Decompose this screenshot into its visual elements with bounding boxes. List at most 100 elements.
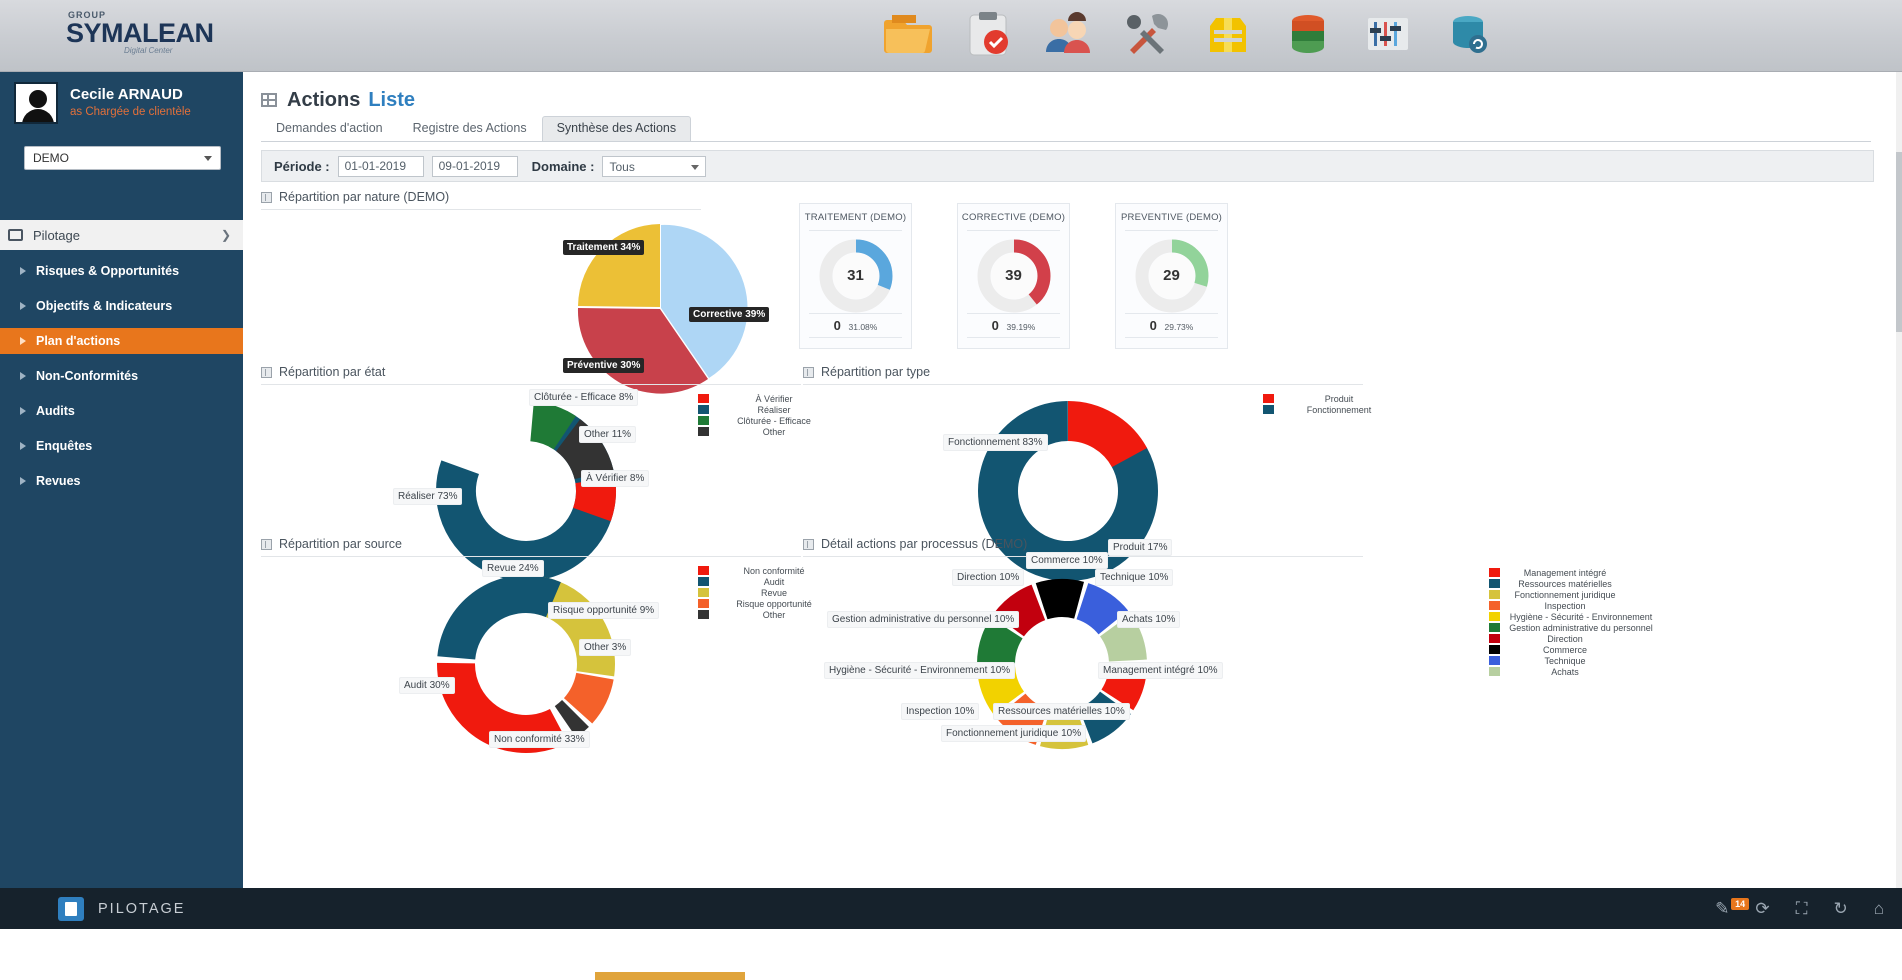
caret-right-icon	[20, 337, 26, 345]
legend-item[interactable]: Direction	[1489, 633, 1656, 644]
kpi-card-count: 0	[834, 318, 841, 333]
legend-item[interactable]: Hygiène - Sécurité - Environnement	[1489, 611, 1656, 622]
sidebar-item-label: Plan d'actions	[36, 334, 120, 348]
tools-icon[interactable]	[1120, 6, 1176, 62]
legend-item[interactable]: À Vérifier	[698, 393, 833, 404]
legend-item[interactable]: Non conformité	[698, 565, 833, 576]
status-bar-title: PILOTAGE	[98, 901, 185, 917]
legend-item[interactable]: Achats	[1489, 666, 1656, 677]
gauge-corrective: 39	[977, 239, 1051, 313]
date-to-input[interactable]: 09-01-2019	[432, 156, 518, 177]
donut-label-cloturee: Clôturée - Efficace 8%	[529, 389, 638, 406]
user-name: Cecile ARNAUD	[70, 86, 191, 103]
tab-demandes-daction[interactable]: Demandes d'action	[261, 116, 398, 141]
sidebar-item-objectifs[interactable]: Objectifs & Indicateurs	[0, 293, 243, 319]
company-select[interactable]: DEMO	[24, 146, 221, 170]
company-select-value: DEMO	[33, 151, 69, 165]
period-label: Période :	[274, 159, 330, 174]
tab-bar: Demandes d'action Registre des Actions S…	[261, 116, 1871, 142]
kpi-card-corrective[interactable]: CORRECTIVE (DEMO) 39 0 39.19%	[957, 203, 1070, 349]
legend-label: Direction	[1506, 634, 1624, 644]
safety-vest-icon[interactable]	[1200, 6, 1256, 62]
legend-item[interactable]: Management intégré	[1489, 567, 1656, 578]
caret-right-icon	[20, 407, 26, 415]
sidebar-section-pilotage[interactable]: Pilotage ❯	[0, 220, 243, 250]
legend-item[interactable]: Revue	[698, 587, 833, 598]
legend-swatch	[1489, 568, 1500, 577]
clipboard-check-icon[interactable]	[960, 6, 1016, 62]
legend-label: Ressources matérielles	[1506, 579, 1624, 589]
kpi-card-count: 0	[992, 318, 999, 333]
legend-item[interactable]: Other	[698, 609, 833, 620]
sidebar-item-label: Revues	[36, 474, 80, 488]
scrollbar-thumb[interactable]	[1896, 152, 1902, 332]
legend-item[interactable]: Fonctionnement juridique	[1489, 589, 1656, 600]
brand-name-text: SYMALEAN	[66, 20, 204, 46]
home-icon[interactable]: ⌂	[1874, 899, 1884, 919]
equalizer-icon[interactable]	[1360, 6, 1416, 62]
donut-label-hygiene: Hygiène - Sécurité - Environnement 10%	[824, 662, 1015, 679]
reload-icon[interactable]: ↻	[1833, 899, 1847, 919]
donut-label-revue: Revue 24%	[482, 560, 544, 577]
compose-icon[interactable]: ✎ 14	[1715, 899, 1729, 919]
sidebar-item-audits[interactable]: Audits	[0, 398, 243, 424]
donut-label-other: Other 11%	[579, 426, 636, 443]
sidebar-item-label: Risques & Opportunités	[36, 264, 179, 278]
legend-item[interactable]: Risque opportunité	[698, 598, 833, 609]
scrollbar-track[interactable]	[1896, 72, 1902, 929]
donut-label-achats: Achats 10%	[1117, 611, 1180, 628]
sidebar-item-non-conformites[interactable]: Non-Conformités	[0, 363, 243, 389]
tab-synthese-des-actions[interactable]: Synthèse des Actions	[542, 116, 692, 141]
legend-item[interactable]: Réaliser	[698, 404, 833, 415]
legend-item[interactable]: Clôturée - Efficace	[698, 415, 833, 426]
gauge-preventive: 29	[1135, 239, 1209, 313]
sidebar-item-label: Enquêtes	[36, 439, 92, 453]
donut-label-inspection: Inspection 10%	[901, 703, 979, 720]
legend-item[interactable]: Technique	[1489, 655, 1656, 666]
database-refresh-icon[interactable]	[1440, 6, 1496, 62]
kpi-card-percent: 29.73%	[1165, 322, 1194, 332]
database-stack-icon[interactable]	[1280, 6, 1336, 62]
kpi-card-traitement[interactable]: TRAITEMENT (DEMO) 31 0 31.08%	[799, 203, 912, 349]
legend-swatch	[698, 588, 709, 597]
brand-logo[interactable]: GROUP SYMALEAN Digital Center	[14, 10, 204, 62]
section-title: Répartition par nature (DEMO)	[279, 190, 449, 204]
sidebar-item-enquetes[interactable]: Enquêtes	[0, 433, 243, 459]
legend-item[interactable]: Inspection	[1489, 600, 1656, 611]
legend-item[interactable]: Produit	[1263, 393, 1398, 404]
donut-label-technique: Technique 10%	[1095, 569, 1173, 586]
legend-item[interactable]: Gestion administrative du personnel	[1489, 622, 1656, 633]
legend-label: Other	[715, 610, 833, 620]
legend-item[interactable]: Commerce	[1489, 644, 1656, 655]
chart-repartition-par-source[interactable]: Revue 24% Risque opportunité 9% Other 3%…	[421, 564, 631, 767]
legend-label: Management intégré	[1506, 568, 1624, 578]
donut-label-other: Other 3%	[579, 639, 631, 656]
legend-item[interactable]: Audit	[698, 576, 833, 587]
legend-repartition-par-etat: À Vérifier Réaliser Clôturée - Efficace …	[698, 393, 833, 437]
legend-item[interactable]: Fonctionnement	[1263, 404, 1398, 415]
legend-label: Commerce	[1506, 645, 1624, 655]
legend-swatch	[1489, 612, 1500, 621]
kpi-card-preventive[interactable]: PREVENTIVE (DEMO) 29 0 29.73%	[1115, 203, 1228, 349]
legend-item[interactable]: Other	[698, 426, 833, 437]
chart-icon	[261, 367, 272, 378]
users-icon[interactable]	[1040, 6, 1096, 62]
date-from-input[interactable]: 01-01-2019	[338, 156, 424, 177]
chart-detail-actions-par-processus[interactable]: Commerce 10% Direction 10% Technique 10%…	[957, 564, 1167, 767]
chart-icon	[261, 192, 272, 203]
fullscreen-icon[interactable]: ⛶	[1796, 899, 1808, 919]
main-content: Actions Liste Demandes d'action Registre…	[243, 72, 1902, 929]
monitor-icon	[8, 229, 23, 241]
legend-swatch	[698, 394, 709, 403]
legend-label: À Vérifier	[715, 394, 833, 404]
sidebar-item-risques[interactable]: Risques & Opportunités	[0, 258, 243, 284]
refresh-arrow-icon[interactable]: ⟳	[1755, 899, 1769, 919]
legend-item[interactable]: Ressources matérielles	[1489, 578, 1656, 589]
legend-swatch	[698, 405, 709, 414]
tab-registre-des-actions[interactable]: Registre des Actions	[398, 116, 542, 141]
pilotage-icon[interactable]	[58, 897, 84, 921]
sidebar-item-revues[interactable]: Revues	[0, 468, 243, 494]
sidebar-item-plan-dactions[interactable]: Plan d'actions	[0, 328, 243, 354]
folder-icon[interactable]	[880, 6, 936, 62]
domain-select[interactable]: Tous	[602, 156, 706, 177]
